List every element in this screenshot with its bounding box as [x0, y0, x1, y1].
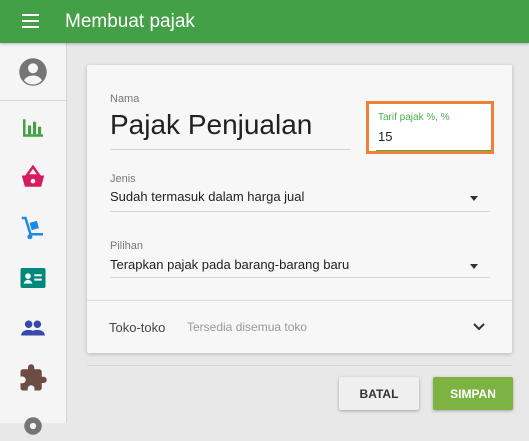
- name-field-underline: [110, 149, 350, 150]
- contact-card-icon: [20, 268, 46, 288]
- account-circle-icon: [19, 58, 47, 86]
- sidebar-item-reports[interactable]: [18, 113, 48, 143]
- tax-rate-field[interactable]: Tarif pajak %, %: [366, 101, 494, 154]
- hamburger-menu-icon[interactable]: [22, 14, 42, 29]
- option-select-underline: [110, 277, 490, 278]
- option-select-value: Terapkan pajak pada barang-barang baru: [110, 257, 350, 272]
- people-icon: [21, 320, 45, 336]
- sidebar: [0, 43, 67, 435]
- shopping-basket-icon: [21, 164, 45, 187]
- name-field[interactable]: Pajak Penjualan: [110, 109, 312, 141]
- name-label: Nama: [110, 93, 140, 105]
- sidebar-item-integrations[interactable]: [18, 363, 48, 393]
- stores-label: Toko-toko: [109, 320, 166, 335]
- sidebar-item-customers[interactable]: [18, 313, 48, 343]
- dropdown-arrow-icon: [470, 196, 478, 201]
- type-select-value: Sudah termasuk dalam harga jual: [110, 189, 305, 204]
- sidebar-item-sales[interactable]: [18, 163, 48, 193]
- sidebar-avatar[interactable]: [0, 43, 66, 101]
- sidebar-item-inventory[interactable]: [18, 213, 48, 243]
- hand-truck-icon: [21, 216, 43, 240]
- puzzle-piece-icon: [20, 364, 47, 391]
- top-app-bar: Membuat pajak: [0, 0, 529, 43]
- stores-expander[interactable]: Toko-toko Tersedia disemua toko: [87, 301, 512, 353]
- type-label: Jenis: [110, 173, 136, 185]
- page-title: Membuat pajak: [65, 11, 195, 32]
- tax-rate-input[interactable]: [377, 126, 488, 146]
- tax-rate-underline: [376, 150, 491, 151]
- option-select[interactable]: Terapkan pajak pada barang-barang baru: [110, 254, 490, 276]
- tax-rate-label: Tarif pajak %, %: [378, 112, 450, 123]
- dropdown-arrow-icon: [470, 264, 478, 269]
- type-select-underline: [110, 211, 490, 212]
- sidebar-item-employees[interactable]: [18, 263, 48, 293]
- actions-divider: [87, 365, 512, 366]
- settings-icon: [24, 417, 42, 435]
- cancel-button[interactable]: BATAL: [339, 377, 419, 410]
- type-select[interactable]: Sudah termasuk dalam harga jual: [110, 186, 490, 208]
- option-label: Pilihan: [110, 240, 144, 252]
- tax-form-card: Nama Pajak Penjualan Tarif pajak %, % Je…: [87, 65, 512, 353]
- bar-chart-icon: [23, 119, 43, 137]
- save-button[interactable]: SIMPAN: [433, 377, 513, 410]
- stores-availability: Tersedia disemua toko: [187, 320, 308, 334]
- sidebar-item-settings[interactable]: [18, 411, 48, 441]
- chevron-down-icon: [473, 323, 485, 331]
